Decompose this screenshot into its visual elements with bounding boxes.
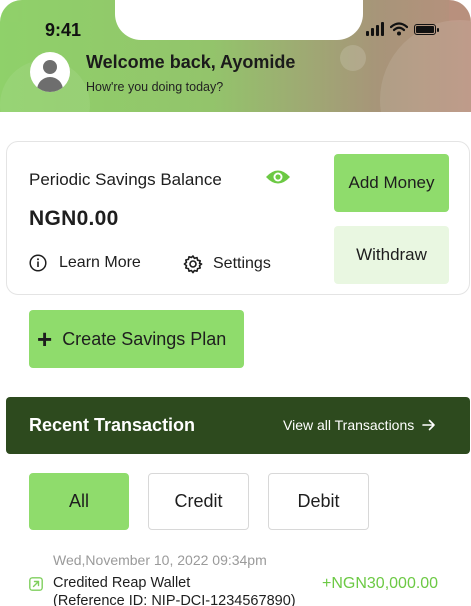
savings-balance-card: Periodic Savings Balance NGN0.00 Learn M… (6, 141, 470, 295)
transaction-date: Wed,November 10, 2022 09:34pm (53, 552, 267, 568)
welcome-title: Welcome back, Ayomide (86, 52, 296, 72)
settings-link[interactable]: Settings (183, 254, 271, 274)
transaction-reference: (Reference ID: NIP-DCI-1234567890) (53, 593, 296, 606)
device-notch (115, 0, 363, 40)
header-corner (449, 0, 471, 22)
signal-icon (366, 22, 384, 36)
learn-more-label: Learn More (59, 254, 141, 271)
recent-transactions-bar: Recent Transaction View all Transactions (6, 397, 470, 454)
arrow-right-icon (422, 419, 436, 431)
eye-icon[interactable] (265, 168, 291, 186)
battery-icon (414, 23, 439, 35)
filter-tab-debit[interactable]: Debit (268, 473, 369, 530)
status-time: 9:41 (45, 20, 82, 40)
balance-amount: NGN0.00 (29, 207, 119, 230)
credit-arrow-icon (29, 577, 43, 591)
header-corner (0, 0, 22, 22)
view-all-label: View all Transactions (283, 417, 415, 433)
filter-tab-credit[interactable]: Credit (148, 473, 249, 530)
header-banner: 9:41 Welcome back, Ayomide How're you do… (0, 0, 471, 112)
learn-more-link[interactable]: Learn More (29, 254, 141, 272)
decorative-circle (340, 45, 366, 71)
status-icons (366, 22, 439, 36)
filter-tab-all[interactable]: All (29, 473, 129, 530)
view-all-transactions-link[interactable]: View all Transactions (283, 417, 436, 433)
create-savings-plan-label: Create Savings Plan (62, 328, 227, 349)
balance-label: Periodic Savings Balance (29, 170, 222, 189)
withdraw-button[interactable]: Withdraw (334, 226, 449, 284)
recent-transactions-title: Recent Transaction (29, 415, 196, 435)
info-icon (29, 254, 47, 272)
wifi-icon (390, 22, 408, 36)
avatar[interactable] (30, 52, 70, 92)
create-savings-plan-button[interactable]: + Create Savings Plan (29, 310, 244, 368)
settings-label: Settings (213, 255, 271, 272)
plus-icon: + (37, 324, 53, 354)
add-money-button[interactable]: Add Money (334, 154, 449, 212)
welcome-subtitle: How're you doing today? (86, 80, 224, 94)
transaction-amount: +NGN30,000.00 (322, 575, 439, 592)
transaction-title: Credited Reap Wallet (53, 575, 191, 591)
gear-icon (183, 255, 203, 274)
